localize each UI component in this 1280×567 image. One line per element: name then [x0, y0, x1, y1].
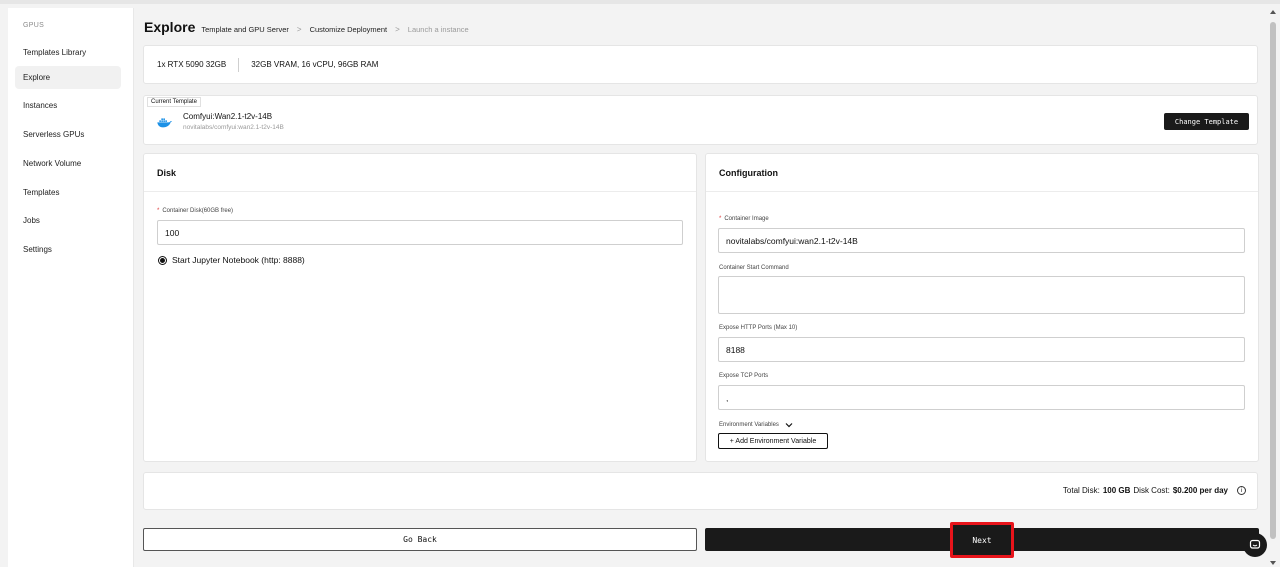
gpu-specs: 32GB VRAM, 16 vCPU, 96GB RAM [251, 60, 379, 69]
go-back-button[interactable]: Go Back [143, 528, 697, 551]
main-content: Explore Template and GPU Server > Custom… [134, 8, 1268, 567]
breadcrumb-step-1[interactable]: Template and GPU Server [201, 25, 289, 34]
http-ports-label: Expose HTTP Ports (Max 10) [719, 325, 798, 331]
gpu-summary-card: 1x RTX 5090 32GB 32GB VRAM, 16 vCPU, 96G… [143, 45, 1258, 84]
template-name: Comfyui:Wan2.1-t2v-14B [183, 112, 273, 121]
sidebar-item-templates[interactable]: Templates [15, 181, 121, 204]
sidebar-item-explore[interactable]: Explore [15, 66, 121, 89]
gpu-name: 1x RTX 5090 32GB [157, 60, 227, 69]
divider [238, 57, 240, 72]
container-image-label-text: Container Image [724, 216, 769, 222]
tcp-ports-input[interactable] [718, 385, 1245, 410]
docker-icon [157, 118, 172, 128]
divider [144, 191, 696, 192]
template-image: novitalabs/comfyui:wan2.1-t2v-14B [183, 124, 284, 131]
http-ports-input[interactable] [718, 337, 1245, 362]
app-window: GPUS Templates Library Explore Instances… [0, 0, 1280, 567]
breadcrumb-step-2[interactable]: Customize Deployment [310, 25, 388, 34]
sidebar-item-serverless-gpus[interactable]: Serverless GPUs [15, 123, 121, 146]
disk-card: Disk *Container Disk(60GB free) Start Ju… [143, 153, 697, 462]
breadcrumb-step-3: Launch a instance [407, 25, 469, 34]
container-disk-label: * Container Disk(60GB free) [157, 208, 233, 214]
scroll-up-icon[interactable] [1270, 10, 1276, 14]
container-image-input[interactable] [718, 228, 1245, 253]
sidebar-item-templates-library[interactable]: Templates Library [15, 41, 121, 64]
info-icon[interactable]: i [1237, 486, 1246, 495]
current-template-tag: Current Template [147, 97, 201, 107]
chevron-down-icon [785, 423, 793, 428]
sidebar-item-settings[interactable]: Settings [15, 238, 121, 261]
page-title: Explore [144, 19, 196, 35]
sidebar-section-label: GPUS [23, 22, 45, 29]
start-command-label: Container Start Command [719, 265, 789, 271]
chat-icon[interactable] [1243, 533, 1267, 557]
start-command-input[interactable] [718, 276, 1245, 314]
total-disk-label: Total Disk: [1062, 486, 1100, 495]
scrollbar-thumb[interactable] [1270, 22, 1276, 539]
disk-card-title: Disk [157, 168, 177, 178]
env-variables-label: Environment Variables [719, 422, 779, 428]
env-variables-toggle[interactable]: Environment Variables [719, 422, 793, 428]
configuration-card-title: Configuration [719, 168, 778, 178]
sidebar-item-network-volume[interactable]: Network Volume [15, 152, 121, 175]
jupyter-radio[interactable] [158, 255, 167, 265]
configuration-card: Configuration *Container Image Container… [705, 153, 1259, 462]
tcp-ports-label: Expose TCP Ports [719, 373, 769, 379]
next-button[interactable]: Next [950, 522, 1014, 558]
sidebar-item-jobs[interactable]: Jobs [15, 209, 121, 232]
add-env-variable-button[interactable]: + Add Environment Variable [718, 433, 828, 449]
chevron-right-icon: > [296, 25, 302, 34]
chat-bubble-glyph [1249, 539, 1261, 549]
required-marker: * [157, 208, 160, 214]
breadcrumb: Explore Template and GPU Server > Custom… [144, 19, 469, 37]
cost-summary: Total Disk: 100 GB Disk Cost: $0.200 per… [1063, 486, 1246, 495]
change-template-button[interactable]: Change Template [1164, 113, 1249, 130]
divider [706, 191, 1258, 192]
chevron-right-icon: > [395, 25, 400, 34]
sidebar: GPUS Templates Library Explore Instances… [8, 8, 134, 567]
current-template-card: Current Template Comfyui:Wan2.1-t2v-14B … [143, 95, 1258, 145]
jupyter-option[interactable]: Start Jupyter Notebook (http: 8888) [158, 255, 305, 265]
radio-selected-dot [160, 257, 165, 263]
sidebar-item-instances[interactable]: Instances [15, 94, 121, 117]
disk-cost-label: Disk Cost: [1133, 486, 1170, 495]
scroll-down-icon[interactable] [1270, 561, 1276, 565]
total-disk-value: 100 GB [1102, 486, 1131, 495]
jupyter-label: Start Jupyter Notebook (http: 8888) [172, 255, 305, 265]
required-marker: * [719, 216, 722, 222]
cost-summary-card: Total Disk: 100 GB Disk Cost: $0.200 per… [143, 472, 1258, 510]
page-scrollbar[interactable] [1269, 8, 1277, 567]
container-disk-label-text: Container Disk(60GB free) [162, 208, 234, 214]
disk-cost-value: $0.200 per day [1172, 486, 1228, 495]
container-image-label: * Container Image [719, 216, 769, 222]
container-disk-input[interactable] [157, 220, 683, 245]
